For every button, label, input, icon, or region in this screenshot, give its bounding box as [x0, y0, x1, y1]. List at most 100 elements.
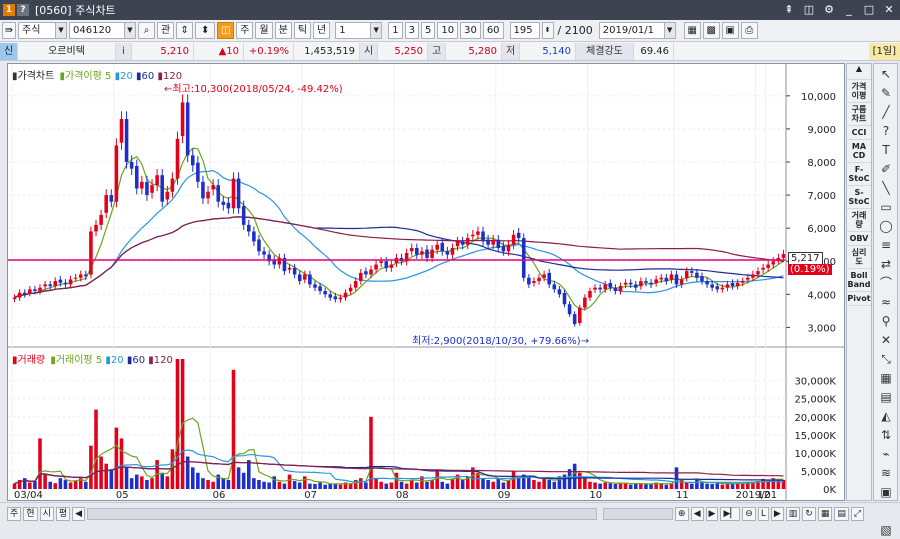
layout-icon[interactable]: ▤	[834, 506, 849, 521]
minute-60-button[interactable]: 60	[482, 22, 504, 39]
up-down-arrows-icon[interactable]: ⇕	[176, 22, 194, 39]
volume-bar	[28, 482, 32, 489]
close-icon[interactable]: ✕	[882, 3, 896, 17]
day-period-button[interactable]: ◫	[217, 22, 235, 39]
interest-button[interactable]: 관	[157, 22, 175, 39]
indicator-4[interactable]: F- StoC	[847, 163, 871, 186]
split-icon[interactable]: ▥	[785, 506, 801, 521]
tab-ju[interactable]: 주	[7, 506, 22, 521]
tab-si[interactable]: 시	[39, 506, 54, 521]
period-tick-button[interactable]: 틱	[293, 22, 312, 39]
drawing-tool-18-icon[interactable]: ◭	[875, 407, 897, 425]
step-left-icon[interactable]: ◀	[690, 506, 704, 521]
tab-pyeong[interactable]: 평	[55, 506, 71, 521]
drawing-tool-14-icon[interactable]: ✕	[875, 331, 897, 349]
scroll-right-icon[interactable]: ▶	[770, 506, 784, 521]
drawing-tool-9-icon[interactable]: ≡	[875, 236, 897, 254]
drawing-tool-10-icon[interactable]: ⇄	[875, 255, 897, 273]
unit-input[interactable]: 1	[335, 22, 372, 39]
info-button[interactable]: i	[116, 42, 132, 60]
pin-icon[interactable]: ⇞	[782, 3, 796, 17]
indicator-10[interactable]: Pivot	[847, 292, 871, 306]
minute-1-button[interactable]: 1	[388, 22, 403, 39]
save-icon[interactable]: ▣	[721, 22, 739, 39]
expand-icon[interactable]: ⤢	[850, 506, 865, 521]
chart-scrollbar[interactable]	[87, 507, 598, 520]
indicator-2[interactable]: CCI	[847, 126, 871, 140]
drawing-tool-15-icon[interactable]: ⤡	[875, 350, 897, 368]
search-icon[interactable]: ⌕	[138, 22, 155, 39]
zoom-out-icon[interactable]: ⊖	[742, 506, 756, 521]
market-select[interactable]: 주식	[18, 22, 56, 39]
minute-30-button[interactable]: 30	[460, 22, 481, 39]
drawing-tool-5-icon[interactable]: ✐	[875, 160, 897, 178]
tab-hyeon[interactable]: 현	[23, 506, 38, 521]
period-year-button[interactable]: 년	[313, 22, 331, 39]
chart-canvas[interactable]: 10,0009,0008,0007,0006,0005,0004,0003,00…	[8, 64, 844, 501]
indicator-0[interactable]: 가격 이평	[847, 80, 871, 103]
date-input[interactable]: 2019/01/1	[598, 22, 665, 39]
date-label: 09	[498, 490, 511, 500]
chart-settings-icon[interactable]: ▦	[683, 22, 701, 39]
drawing-tool-19-icon[interactable]: ⇅	[875, 426, 897, 444]
indicator-8[interactable]: 심리 도	[847, 246, 871, 269]
drawing-tool-17-icon[interactable]: ▤	[875, 388, 897, 406]
drawing-tool-22-icon[interactable]: ▣	[875, 483, 897, 501]
spin-up-down-icon[interactable]: ⬍	[195, 22, 216, 39]
drawing-tool-7-icon[interactable]: ▭	[875, 198, 897, 216]
zoom-scrollbar[interactable]	[603, 507, 674, 520]
drawing-tool-1-icon[interactable]: ✎	[875, 84, 897, 102]
drawing-tool-12-icon[interactable]: ≈	[875, 293, 897, 311]
code-dropdown-icon[interactable]: ▼	[124, 22, 136, 39]
minute-10-button[interactable]: 10	[437, 22, 459, 39]
grid-icon[interactable]: ▩	[702, 22, 720, 39]
minimize-icon[interactable]: _	[842, 3, 856, 17]
scroll-left-icon[interactable]: ◀	[72, 506, 86, 521]
indicator-3[interactable]: MA CD	[847, 140, 871, 163]
drawing-tool-11-icon[interactable]: ⌒	[875, 274, 897, 292]
minute-3-button[interactable]: 3	[404, 22, 419, 39]
drawing-tool-0-icon[interactable]: ↖	[875, 65, 897, 83]
drawing-tool-3-icon[interactable]: ?	[875, 122, 897, 140]
indicator-9[interactable]: Boll Band	[847, 269, 871, 292]
display-count-input[interactable]: 195	[509, 22, 540, 39]
indicator-5[interactable]: S- StoC	[847, 186, 871, 209]
market-dropdown-icon[interactable]: ▼	[55, 22, 67, 39]
drawing-tool-16-icon[interactable]: ▦	[875, 369, 897, 387]
panel-scroll-up-icon[interactable]: ▲	[856, 64, 862, 79]
candle-body	[119, 119, 124, 143]
drawing-tool-21-icon[interactable]: ≋	[875, 464, 897, 482]
chart-area[interactable]: 10,0009,0008,0007,0006,0005,0004,0003,00…	[7, 63, 845, 501]
settings-icon[interactable]: ⚙	[822, 3, 836, 17]
unit-dropdown-icon[interactable]: ▼	[370, 22, 383, 39]
end-icon[interactable]: ▶▏	[720, 506, 741, 521]
date-dropdown-icon[interactable]: ▼	[663, 22, 676, 39]
maximize-icon[interactable]: □	[862, 3, 876, 17]
period-week-button[interactable]: 주	[236, 22, 254, 39]
step-right-icon[interactable]: ▶	[705, 506, 719, 521]
period-minute-button[interactable]: 분	[274, 22, 292, 39]
print-icon[interactable]: ⎙	[740, 22, 758, 39]
lock-icon[interactable]: L	[757, 506, 769, 521]
drawing-tool-2-icon[interactable]: ╱	[875, 103, 897, 121]
drawing-tool-6-icon[interactable]: ╲	[875, 179, 897, 197]
drawing-tool-4-icon[interactable]: T	[875, 141, 897, 159]
period-month-button[interactable]: 월	[255, 22, 273, 39]
drawing-tool-20-icon[interactable]: ⌁	[875, 445, 897, 463]
refresh-icon[interactable]: ↻	[802, 506, 816, 521]
zoom-in-icon[interactable]: ⊕	[675, 506, 689, 521]
indicator-6[interactable]: 거래 량	[847, 209, 871, 232]
indicator-1[interactable]: 구름 차트	[847, 103, 871, 126]
candle-body	[53, 281, 58, 287]
count-spinner-icon[interactable]: ⬍	[541, 22, 554, 39]
link-icon[interactable]: ◫	[802, 3, 816, 17]
stock-code-input[interactable]: 046120	[69, 22, 125, 39]
drawing-tool-13-icon[interactable]: ⚲	[875, 312, 897, 330]
indicator-7[interactable]: OBV	[847, 232, 871, 246]
panel-toggle-icon[interactable]: ⇛	[2, 22, 16, 39]
minute-5-button[interactable]: 5	[420, 22, 436, 39]
grid-toggle-icon[interactable]: ▦	[817, 506, 833, 521]
help-icon[interactable]: ?	[17, 4, 29, 16]
candle-body	[425, 249, 429, 258]
drawing-tool-8-icon[interactable]: ◯	[875, 217, 897, 235]
